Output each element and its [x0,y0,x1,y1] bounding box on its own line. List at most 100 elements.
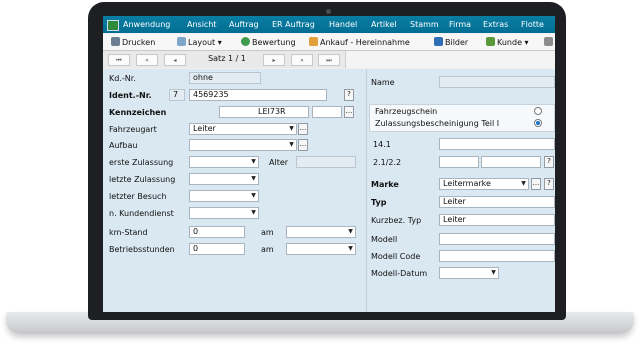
fahrzeugschein-radio[interactable] [534,107,542,115]
menu-ansicht[interactable]: Ansicht [187,20,217,29]
kundendienst-label: n. Kundendienst [109,209,174,218]
letzter-besuch-dropdown-icon[interactable]: ▼ [249,191,258,201]
bilder-button[interactable]: Bilder [434,37,468,47]
menu-flotte[interactable]: Flotte [521,20,544,29]
marke-select[interactable]: Leitermarke [439,178,529,190]
customer-icon [486,37,495,46]
f212-label: 2.1/2.2 [373,158,402,167]
marke-more-button[interactable]: ... [531,178,541,190]
zb1-radio[interactable] [534,119,542,127]
fahrzeugart-dropdown-icon[interactable]: ▼ [287,124,296,134]
bewertung-label: Bewertung [252,38,296,47]
print-label: Drucken [122,38,156,47]
km-stand-am-label: am [261,228,274,237]
erste-zulassung-dropdown-icon[interactable]: ▼ [249,157,258,167]
column-divider [366,69,367,312]
alter-field [296,156,356,168]
alter-label: Alter [269,158,289,167]
kurzbez-label: Kurzbez. Typ [371,216,422,225]
ident-number-input[interactable]: 4569235 [189,89,327,101]
f21-input[interactable] [439,156,479,168]
menu-bar: Anwendung Ansicht Auftrag ER Auftrag Han… [103,16,555,33]
overflow-toolbar-icon[interactable] [544,37,555,47]
layout-label: Layout [188,38,216,47]
menu-artikel[interactable]: Artikel [371,20,397,29]
betriebsstunden-am-label: am [261,245,274,254]
next-page-button[interactable]: » [291,54,313,66]
typ-input[interactable]: Leiter [439,196,555,208]
menu-stamm[interactable]: Stamm [410,20,439,29]
print-button[interactable]: Drucken [111,37,155,47]
modell-code-label: Modell Code [371,252,421,261]
ident-help-button[interactable]: ? [344,89,354,101]
letzte-zulassung-dropdown-icon[interactable]: ▼ [249,174,258,184]
menu-handel[interactable]: Handel [329,20,357,29]
purchase-icon [309,37,318,46]
kennzeichen-more-button[interactable]: ... [344,106,354,118]
fahrzeugart-more-button[interactable]: ... [298,123,308,135]
prev-record-button[interactable]: ◂ [164,54,186,66]
modell-label: Modell [371,235,398,244]
aufbau-select[interactable] [189,139,297,151]
menu-anwendung[interactable]: Anwendung [123,20,170,29]
bilder-label: Bilder [445,38,469,47]
ident-label: Ident.-Nr. [109,91,152,100]
modell-datum-label: Modell-Datum [371,269,428,278]
modell-input[interactable] [439,233,555,245]
km-stand-label: km-Stand [109,228,148,237]
modell-code-input[interactable] [439,250,555,262]
kurzbez-input[interactable]: Leiter [439,214,555,226]
km-stand-input[interactable]: 0 [189,226,245,238]
fahrzeugart-label: Fahrzeugart [109,125,157,134]
bewertung-button[interactable]: Bewertung [241,37,296,47]
f22-input[interactable] [481,156,541,168]
printer-icon [111,37,120,46]
ankauf-label: Ankauf - Hereinnahme [320,38,410,47]
ankauf-button[interactable]: Ankauf - Hereinnahme [309,37,410,47]
record-counter: Satz 1 / 1 [208,54,246,63]
layout-button[interactable]: Layout ▾ [177,37,222,47]
f141-label: 14.1 [373,140,391,149]
menu-extras[interactable]: Extras [483,20,508,29]
kdnr-field: ohne [189,72,261,84]
marke-help-button[interactable]: ? [544,178,554,190]
kennzeichen-input[interactable]: LEI73R [219,106,309,118]
menu-auftrag[interactable]: Auftrag [229,20,259,29]
modell-datum-dropdown-icon[interactable]: ▼ [489,268,498,278]
f212-help-button[interactable]: ? [544,156,554,168]
camera-icon [326,9,331,14]
kennzeichen-label: Kennzeichen [109,108,167,117]
menu-er-auftrag[interactable]: ER Auftrag [272,20,315,29]
typ-label: Typ [371,198,387,207]
menu-firma[interactable]: Firma [449,20,471,29]
prev-page-button[interactable]: « [136,54,158,66]
kundendienst-dropdown-icon[interactable]: ▼ [249,208,258,218]
letzte-zulassung-label: letzte Zulassung [109,175,176,184]
name-field [439,76,555,88]
layout-icon [177,37,186,46]
next-record-button[interactable]: ▸ [263,54,285,66]
app-icon [107,20,119,31]
letzter-besuch-label: letzter Besuch [109,192,167,201]
km-stand-date-dropdown-icon[interactable]: ▼ [346,227,355,237]
erste-zulassung-label: erste Zulassung [109,158,174,167]
ident-prefix-field: 7 [169,89,185,101]
betriebsstunden-input[interactable]: 0 [189,243,245,255]
aufbau-dropdown-icon[interactable]: ▼ [287,140,296,150]
betriebsstunden-date-dropdown-icon[interactable]: ▼ [346,244,355,254]
f141-input[interactable] [439,138,555,150]
first-record-button[interactable]: ⏮ [108,54,130,66]
kennzeichen-extra-input[interactable] [312,106,342,118]
images-icon [434,37,443,46]
fahrzeugart-select[interactable]: Leiter [189,123,297,135]
name-label: Name [371,78,395,87]
application-screen: Anwendung Ansicht Auftrag ER Auftrag Han… [103,16,555,312]
marke-label: Marke [371,180,399,189]
betriebsstunden-label: Betriebsstunden [109,245,175,254]
last-record-button[interactable]: ⏭ [318,54,340,66]
aufbau-more-button[interactable]: ... [298,139,308,151]
kunde-button[interactable]: Kunde ▾ [486,37,529,47]
navigation-empty-area [345,51,555,68]
fahrzeugschein-label: Fahrzeugschein [375,107,438,116]
marke-dropdown-icon[interactable]: ▼ [519,179,528,189]
